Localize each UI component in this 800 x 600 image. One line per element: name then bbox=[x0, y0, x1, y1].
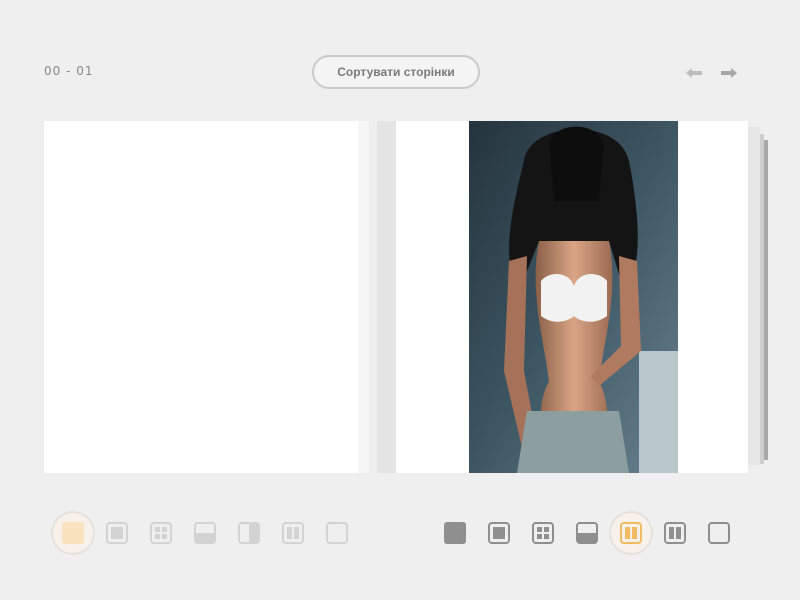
right-layout-single-frame-button[interactable] bbox=[479, 513, 519, 553]
left-layout-horizontal-split-button[interactable] bbox=[185, 513, 225, 553]
arrow-right-icon[interactable] bbox=[720, 64, 738, 82]
right-layout-two-columns-accent-button[interactable] bbox=[611, 513, 651, 553]
left-layout-full-fill-button[interactable] bbox=[53, 513, 93, 553]
left-page[interactable] bbox=[44, 121, 358, 473]
left-layout-two-columns-button[interactable] bbox=[273, 513, 313, 553]
arrow-left-icon[interactable] bbox=[685, 64, 703, 82]
page-photo[interactable] bbox=[469, 121, 678, 473]
left-layout-vertical-half-button[interactable] bbox=[229, 513, 269, 553]
book-spine bbox=[377, 121, 396, 473]
right-layout-full-fill-button[interactable] bbox=[435, 513, 475, 553]
left-layout-grid-4-button[interactable] bbox=[141, 513, 181, 553]
left-layout-single-frame-button[interactable] bbox=[97, 513, 137, 553]
right-layout-grid-4-button[interactable] bbox=[523, 513, 563, 553]
right-layout-horizontal-split-button[interactable] bbox=[567, 513, 607, 553]
right-layout-blank-button[interactable] bbox=[699, 513, 739, 553]
left-layout-blank-button[interactable] bbox=[317, 513, 357, 553]
right-layout-two-columns-button[interactable] bbox=[655, 513, 695, 553]
right-page[interactable] bbox=[396, 121, 748, 473]
left-page-edge bbox=[358, 121, 369, 473]
sort-pages-button[interactable]: Сортувати сторінки bbox=[312, 55, 480, 89]
page-counter: 00 - 01 bbox=[44, 64, 94, 78]
page-stack-shadow bbox=[748, 127, 760, 465]
